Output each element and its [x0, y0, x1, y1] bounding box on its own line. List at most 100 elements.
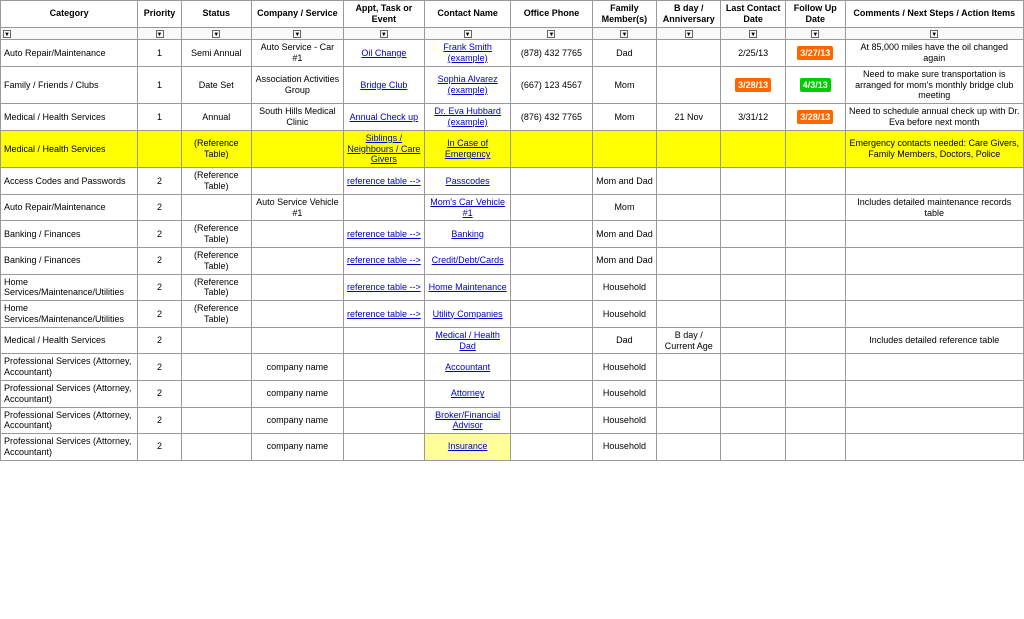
- header-status: Status: [181, 1, 251, 28]
- cell-appt[interactable]: Siblings / Neighbours / Care Givers: [343, 130, 424, 167]
- cell-contact[interactable]: Frank Smith (example): [424, 40, 511, 67]
- cell-followup: [786, 194, 845, 221]
- cell-bday: B day / Current Age: [657, 327, 721, 354]
- cell-appt[interactable]: reference table -->: [343, 168, 424, 195]
- cell-family: Household: [592, 354, 657, 381]
- cell-followup: [786, 274, 845, 301]
- cell-priority: 1: [138, 104, 181, 131]
- cell-contact[interactable]: Insurance: [424, 434, 511, 461]
- cell-company: company name: [251, 380, 343, 407]
- cell-status: Semi Annual: [181, 40, 251, 67]
- cell-bday: [657, 168, 721, 195]
- cell-company: South Hills Medical Clinic: [251, 104, 343, 131]
- filter-priority[interactable]: ▼: [138, 27, 181, 40]
- cell-appt[interactable]: [343, 354, 424, 381]
- cell-company: company name: [251, 434, 343, 461]
- cell-contact[interactable]: Dr. Eva Hubbard (example): [424, 104, 511, 131]
- filter-followup[interactable]: ▼: [786, 27, 845, 40]
- cell-family: Household: [592, 380, 657, 407]
- cell-category: Professional Services (Attorney, Account…: [1, 407, 138, 434]
- cell-company: Auto Service Vehicle #1: [251, 194, 343, 221]
- cell-appt[interactable]: Oil Change: [343, 40, 424, 67]
- cell-contact[interactable]: Accountant: [424, 354, 511, 381]
- filter-category[interactable]: ▼: [1, 27, 138, 40]
- main-table: Category Priority Status Company / Servi…: [0, 0, 1024, 461]
- filter-status[interactable]: ▼: [181, 27, 251, 40]
- cell-contact[interactable]: Attorney: [424, 380, 511, 407]
- cell-followup: [786, 301, 845, 328]
- cell-comments: [845, 407, 1023, 434]
- cell-contact[interactable]: Broker/Financial Advisor: [424, 407, 511, 434]
- cell-status: [181, 407, 251, 434]
- filter-phone[interactable]: ▼: [511, 27, 592, 40]
- cell-contact[interactable]: In Case of Emergency: [424, 130, 511, 167]
- cell-appt[interactable]: reference table -->: [343, 301, 424, 328]
- cell-phone: [511, 168, 592, 195]
- filter-contact[interactable]: ▼: [424, 27, 511, 40]
- cell-priority: 2: [138, 434, 181, 461]
- cell-appt[interactable]: reference table -->: [343, 221, 424, 248]
- cell-priority: 2: [138, 301, 181, 328]
- cell-followup: [786, 247, 845, 274]
- table-row: Banking / Finances2(Reference Table)refe…: [1, 221, 1024, 248]
- cell-comments: [845, 247, 1023, 274]
- cell-contact[interactable]: Sophia Alvarez (example): [424, 66, 511, 103]
- cell-lastcontact: [721, 221, 786, 248]
- cell-comments: Need to make sure transportation is arra…: [845, 66, 1023, 103]
- cell-status: [181, 354, 251, 381]
- table-row: Auto Repair/Maintenance1Semi AnnualAuto …: [1, 40, 1024, 67]
- table-row: Home Services/Maintenance/Utilities2(Ref…: [1, 274, 1024, 301]
- cell-family: Mom and Dad: [592, 221, 657, 248]
- filter-appt[interactable]: ▼: [343, 27, 424, 40]
- header-contact: Contact Name: [424, 1, 511, 28]
- cell-family: Household: [592, 407, 657, 434]
- cell-category: Banking / Finances: [1, 247, 138, 274]
- cell-priority: 2: [138, 274, 181, 301]
- filter-company[interactable]: ▼: [251, 27, 343, 40]
- cell-appt[interactable]: [343, 380, 424, 407]
- cell-family: Mom: [592, 104, 657, 131]
- cell-bday: [657, 221, 721, 248]
- cell-appt[interactable]: reference table -->: [343, 274, 424, 301]
- cell-lastcontact: 3/28/13: [721, 66, 786, 103]
- cell-comments: Need to schedule annual check up with Dr…: [845, 104, 1023, 131]
- cell-followup: [786, 130, 845, 167]
- cell-appt[interactable]: Bridge Club: [343, 66, 424, 103]
- cell-appt[interactable]: Annual Check up: [343, 104, 424, 131]
- cell-category: Home Services/Maintenance/Utilities: [1, 301, 138, 328]
- cell-contact[interactable]: Credit/Debt/Cards: [424, 247, 511, 274]
- table-body: Auto Repair/Maintenance1Semi AnnualAuto …: [1, 40, 1024, 461]
- cell-family: Mom: [592, 194, 657, 221]
- cell-priority: 2: [138, 168, 181, 195]
- cell-company: company name: [251, 407, 343, 434]
- filter-lastcontact[interactable]: ▼: [721, 27, 786, 40]
- cell-bday: [657, 274, 721, 301]
- cell-contact[interactable]: Passcodes: [424, 168, 511, 195]
- cell-family: Household: [592, 274, 657, 301]
- filter-comments[interactable]: ▼: [845, 27, 1023, 40]
- cell-status: (Reference Table): [181, 221, 251, 248]
- cell-comments: [845, 301, 1023, 328]
- table-row: Home Services/Maintenance/Utilities2(Ref…: [1, 301, 1024, 328]
- filter-family[interactable]: ▼: [592, 27, 657, 40]
- cell-contact[interactable]: Medical / Health Dad: [424, 327, 511, 354]
- filter-bday[interactable]: ▼: [657, 27, 721, 40]
- cell-contact[interactable]: Mom's Car Vehicle #1: [424, 194, 511, 221]
- cell-contact[interactable]: Home Maintenance: [424, 274, 511, 301]
- cell-bday: 21 Nov: [657, 104, 721, 131]
- header-company: Company / Service: [251, 1, 343, 28]
- cell-appt[interactable]: reference table -->: [343, 247, 424, 274]
- cell-contact[interactable]: Banking: [424, 221, 511, 248]
- table-header: Category Priority Status Company / Servi…: [1, 1, 1024, 28]
- cell-contact[interactable]: Utility Companies: [424, 301, 511, 328]
- cell-appt[interactable]: [343, 327, 424, 354]
- cell-family: Mom and Dad: [592, 168, 657, 195]
- table-row: Access Codes and Passwords2(Reference Ta…: [1, 168, 1024, 195]
- cell-lastcontact: [721, 194, 786, 221]
- cell-phone: [511, 434, 592, 461]
- cell-appt[interactable]: [343, 194, 424, 221]
- cell-priority: 2: [138, 247, 181, 274]
- table-row: Professional Services (Attorney, Account…: [1, 407, 1024, 434]
- cell-appt[interactable]: [343, 407, 424, 434]
- cell-appt[interactable]: [343, 434, 424, 461]
